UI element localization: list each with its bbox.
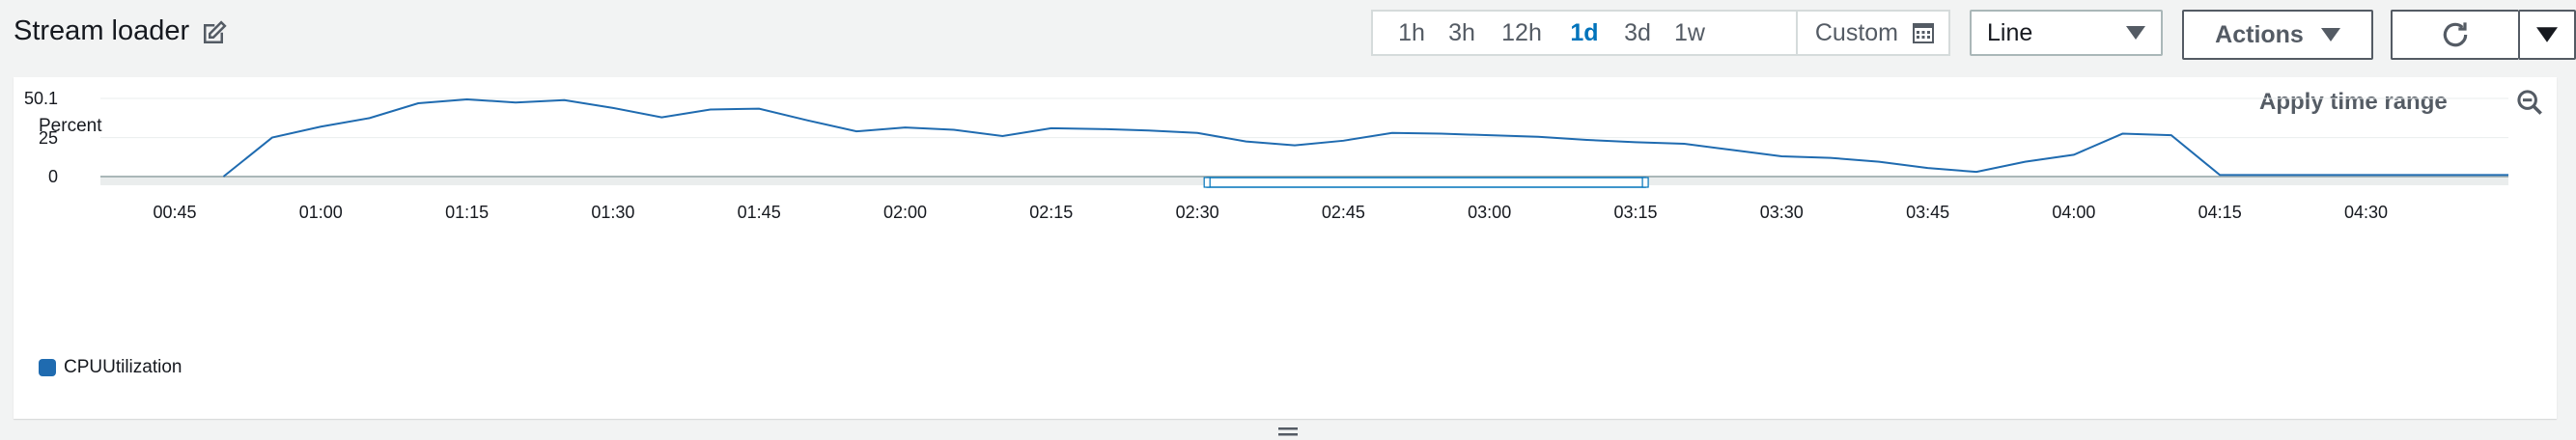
x-tick-label: 04:15 bbox=[2198, 203, 2242, 222]
legend-label: CPUUtilization bbox=[64, 357, 182, 377]
time-range-1w[interactable]: 1w bbox=[1663, 12, 1717, 54]
x-tick-label: 01:30 bbox=[591, 203, 635, 222]
line-chart bbox=[100, 97, 2508, 188]
refresh-button[interactable] bbox=[2391, 10, 2518, 60]
selection-handle-right bbox=[1641, 177, 1649, 188]
x-tick-label: 03:45 bbox=[1906, 203, 1950, 222]
chart-legend[interactable]: CPUUtilization bbox=[39, 357, 182, 378]
x-tick-label: 00:45 bbox=[153, 203, 197, 222]
time-range-1h[interactable]: 1h bbox=[1386, 12, 1437, 54]
caret-down-icon bbox=[2320, 28, 2340, 41]
widget-header: Stream loader 1h 3h 12h 1d 3d 1w Custom Line … bbox=[0, 0, 2576, 71]
x-tick-label: 02:30 bbox=[1175, 203, 1219, 222]
time-range-options: 1h 3h 12h 1d 3d 1w bbox=[1373, 12, 1717, 54]
custom-range-button[interactable]: Custom bbox=[1795, 12, 1948, 54]
x-tick-label: 03:15 bbox=[1613, 203, 1658, 222]
time-range-selector: 1h 3h 12h 1d 3d 1w Custom bbox=[1371, 10, 1950, 56]
y-tick-label: 50.1 bbox=[23, 89, 58, 108]
time-range-3d[interactable]: 3d bbox=[1612, 12, 1663, 54]
chart-type-value: Line bbox=[1987, 18, 2033, 46]
drag-handle-icon[interactable] bbox=[1276, 425, 1300, 438]
x-tick-label: 03:00 bbox=[1468, 203, 1512, 222]
chart-type-select[interactable]: Line bbox=[1970, 10, 2163, 56]
x-tick-label: 03:30 bbox=[1759, 203, 1804, 222]
edit-icon[interactable] bbox=[199, 19, 228, 48]
y-tick-label: 0 bbox=[47, 167, 58, 186]
calendar-icon bbox=[1913, 23, 1934, 43]
chart-panel: Percent Apply time range 0 25 50.1 00:45 01… bbox=[14, 77, 2557, 419]
time-range-1d[interactable]: 1d bbox=[1556, 12, 1612, 54]
refresh-icon bbox=[2443, 22, 2468, 47]
x-tick-label: 01:15 bbox=[445, 203, 490, 222]
actions-button-label: Actions bbox=[2215, 20, 2304, 48]
time-selection-window bbox=[1206, 177, 1646, 188]
time-range-12h[interactable]: 12h bbox=[1487, 12, 1556, 54]
custom-range-label: Custom bbox=[1814, 18, 1898, 46]
caret-down-icon bbox=[2536, 27, 2558, 42]
x-tick-label: 02:15 bbox=[1029, 203, 1074, 222]
time-range-3h[interactable]: 3h bbox=[1437, 12, 1487, 54]
x-tick-label: 01:00 bbox=[298, 203, 343, 222]
x-tick-label: 02:45 bbox=[1321, 203, 1365, 222]
actions-button[interactable]: Actions bbox=[2182, 10, 2373, 60]
legend-swatch bbox=[39, 359, 56, 376]
more-options-button[interactable] bbox=[2518, 10, 2576, 60]
y-tick-label: 25 bbox=[38, 127, 58, 148]
x-tick-label: 02:00 bbox=[882, 203, 928, 222]
x-tick-label: 04:00 bbox=[2052, 203, 2096, 222]
selection-handle-left bbox=[1203, 177, 1211, 188]
x-tick-label: 04:30 bbox=[2343, 203, 2389, 222]
x-tick-label: 01:45 bbox=[737, 203, 781, 222]
widget-title: Stream loader bbox=[14, 15, 190, 46]
caret-down-icon bbox=[2126, 26, 2145, 40]
